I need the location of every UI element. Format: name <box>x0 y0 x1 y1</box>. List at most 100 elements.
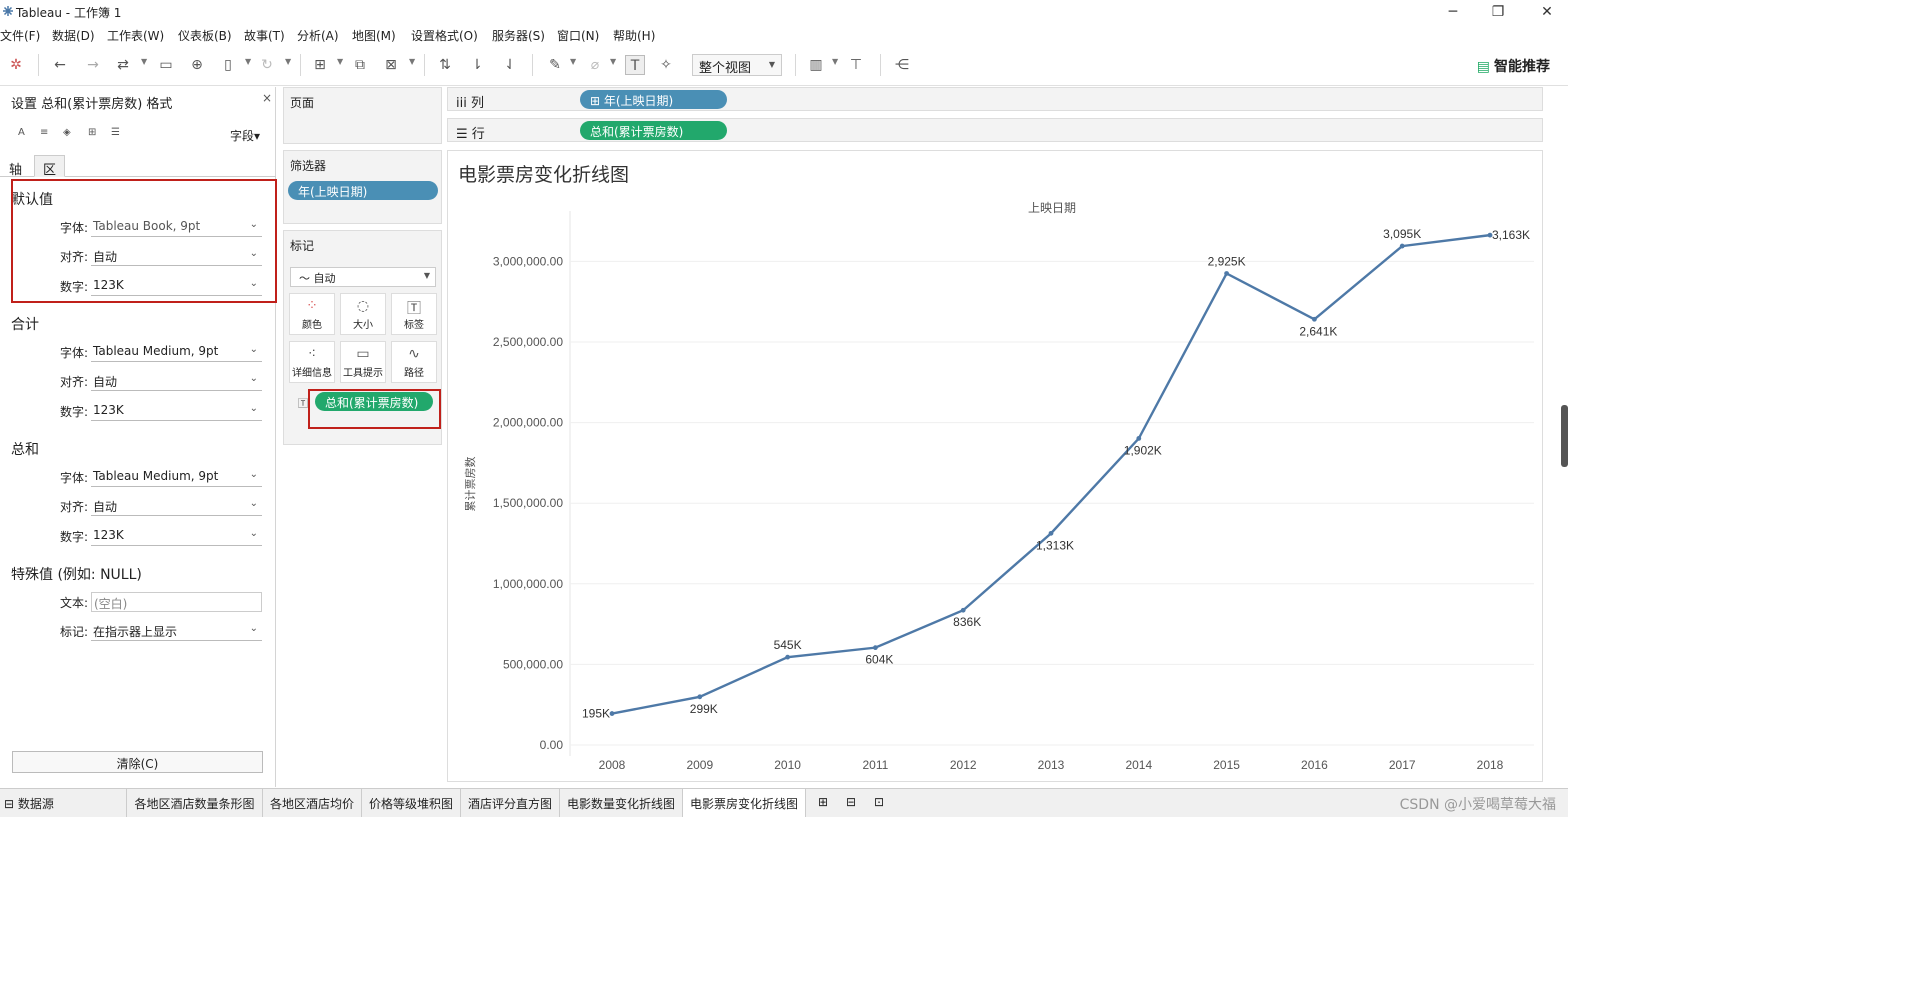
chevron-down-icon: ▼ <box>768 60 775 69</box>
size-button[interactable]: ◌ 大小 <box>340 293 386 335</box>
tooltip-button[interactable]: ▭ 工具提示 <box>340 341 386 383</box>
pause-update-icon[interactable]: ▯ <box>218 55 238 75</box>
shading-format-icon[interactable]: ◈ <box>63 127 71 138</box>
menu-file[interactable]: 文件(F) <box>0 27 40 44</box>
pin-axes-icon[interactable]: ✧ <box>656 55 676 75</box>
borders-format-icon[interactable]: ⊞ <box>88 127 96 138</box>
replay-icon[interactable]: ⇄ <box>113 55 133 75</box>
sheet-tab-5[interactable]: 电影数量变化折线图 <box>560 789 683 817</box>
detail-button[interactable]: ⁖ 详细信息 <box>289 341 335 383</box>
data-point[interactable] <box>1312 316 1317 322</box>
data-point[interactable] <box>1224 271 1229 276</box>
new-worksheet-icon[interactable]: ⊞ <box>810 789 836 817</box>
clear-sheet-icon[interactable]: ⊠ <box>381 55 401 75</box>
grand-number-select[interactable]: 123K ⌄ <box>91 526 262 546</box>
field-select[interactable]: 字段▾ <box>230 127 260 144</box>
special-mark-select[interactable]: 在指示器上显示 ⌄ <box>91 621 262 641</box>
label-button[interactable]: 🅃 标签 <box>391 293 437 335</box>
tab-pane[interactable]: 区 <box>34 155 66 178</box>
sheet-tab-3[interactable]: 价格等级堆积图 <box>362 789 461 817</box>
data-point[interactable] <box>960 607 966 613</box>
undo-icon[interactable]: ← <box>50 55 70 75</box>
chevron-down-icon[interactable]: ▼ <box>141 57 147 66</box>
close-icon[interactable]: ✕ <box>1537 2 1557 22</box>
redo-icon[interactable]: → <box>83 55 103 75</box>
new-story-icon[interactable]: ⊡ <box>866 789 892 817</box>
x-tick-label: 2012 <box>950 758 977 772</box>
new-dashboard-icon[interactable]: ⊟ <box>838 789 864 817</box>
data-point[interactable] <box>697 694 703 700</box>
tableau-home-icon[interactable]: ✲ <box>6 55 26 75</box>
share-icon[interactable]: ⋲ <box>892 55 912 75</box>
data-point[interactable] <box>609 711 615 716</box>
show-cards-icon[interactable]: ▥ <box>806 55 826 75</box>
show-mark-labels-icon[interactable]: T <box>625 55 645 75</box>
data-point[interactable] <box>873 645 878 651</box>
sort-descending-icon[interactable]: ⇃ <box>500 55 520 75</box>
color-button[interactable]: ⁘ 颜色 <box>289 293 335 335</box>
grand-font-select[interactable]: Tableau Medium, 9pt ⌄ <box>91 467 262 487</box>
lines-format-icon[interactable]: ☰ <box>111 127 120 138</box>
presentation-mode-icon[interactable]: ⊤ <box>846 55 866 75</box>
filter-pill-year[interactable]: 年(上映日期) <box>288 181 438 200</box>
alignment-format-icon[interactable]: ≡ <box>40 127 48 138</box>
tab-axis[interactable]: 轴 <box>9 159 22 178</box>
chevron-down-icon[interactable]: ▼ <box>832 57 838 66</box>
chevron-down-icon[interactable]: ▼ <box>337 57 343 66</box>
rows-pill-sum-box-office[interactable]: 总和(累计票房数) <box>580 121 727 140</box>
total-font-value: Tableau Medium, 9pt <box>93 344 219 358</box>
new-datasource-icon[interactable]: ⊕ <box>187 55 207 75</box>
font-format-icon[interactable]: A <box>18 127 25 138</box>
menu-map[interactable]: 地图(M) <box>352 27 396 44</box>
duplicate-sheet-icon[interactable]: ⧉ <box>350 55 370 75</box>
group-members-icon[interactable]: ⌀ <box>585 55 605 75</box>
mark-type-select[interactable]: 〜 自动 ▼ <box>290 267 436 287</box>
menu-story[interactable]: 故事(T) <box>244 27 285 44</box>
sheet-tab-1[interactable]: 各地区酒店数量条形图 <box>127 789 263 817</box>
special-text-input[interactable]: (空白) <box>91 592 262 612</box>
menu-format[interactable]: 设置格式(O) <box>411 27 478 44</box>
menu-worksheet[interactable]: 工作表(W) <box>107 27 164 44</box>
sheet-tabs-bar: ⊟ 数据源 各地区酒店数量条形图 各地区酒店均价 价格等级堆积图 酒店评分直方图… <box>0 788 1568 817</box>
sheet-tab-6-active[interactable]: 电影票房变化折线图 <box>683 789 806 817</box>
close-icon[interactable]: × <box>262 91 272 105</box>
menu-analysis[interactable]: 分析(A) <box>297 27 339 44</box>
rows-label: ☰ 行 <box>456 127 485 142</box>
show-me-button[interactable]: ▤ 智能推荐 <box>1477 56 1550 76</box>
chevron-down-icon[interactable]: ▼ <box>610 57 616 66</box>
sheet-tab-4[interactable]: 酒店评分直方图 <box>461 789 560 817</box>
highlight-icon[interactable]: ✎ <box>545 55 565 75</box>
columns-pill-year[interactable]: ⊞ 年(上映日期) <box>580 90 727 109</box>
menu-data[interactable]: 数据(D) <box>52 27 95 44</box>
chevron-down-icon[interactable]: ▼ <box>245 57 251 66</box>
data-point[interactable] <box>785 654 790 660</box>
total-font-select[interactable]: Tableau Medium, 9pt ⌄ <box>91 342 262 362</box>
data-point[interactable] <box>1399 243 1405 249</box>
menu-window[interactable]: 窗口(N) <box>557 27 599 44</box>
total-align-select[interactable]: 自动 ⌄ <box>91 371 262 391</box>
minimize-icon[interactable]: ─ <box>1443 2 1463 22</box>
swap-rows-columns-icon[interactable]: ⇅ <box>435 55 455 75</box>
refresh-icon[interactable]: ↻ <box>257 55 277 75</box>
view-size-select[interactable]: 整个视图 ▼ <box>692 54 782 76</box>
grand-align-select[interactable]: 自动 ⌄ <box>91 496 262 516</box>
clear-button[interactable]: 清除(C) <box>12 751 263 773</box>
menu-dashboard[interactable]: 仪表板(B) <box>178 27 232 44</box>
data-point[interactable] <box>1136 435 1142 441</box>
restore-icon[interactable]: ❐ <box>1488 2 1508 22</box>
datasource-tab[interactable]: ⊟ 数据源 <box>0 789 127 817</box>
save-icon[interactable]: ▭ <box>156 55 176 75</box>
sort-ascending-icon[interactable]: ⇂ <box>467 55 487 75</box>
new-worksheet-icon[interactable]: ⊞ <box>310 55 330 75</box>
path-button[interactable]: ∿ 路径 <box>391 341 437 383</box>
scroll-handle[interactable] <box>1561 405 1568 467</box>
menu-server[interactable]: 服务器(S) <box>492 27 545 44</box>
total-number-select[interactable]: 123K ⌄ <box>91 401 262 421</box>
sheet-tab-2[interactable]: 各地区酒店均价 <box>263 789 362 817</box>
chevron-down-icon[interactable]: ▼ <box>409 57 415 66</box>
chevron-down-icon[interactable]: ▼ <box>285 57 291 66</box>
chevron-down-icon[interactable]: ▼ <box>570 57 576 66</box>
data-point[interactable] <box>1048 530 1054 536</box>
data-label: 545K <box>774 638 802 652</box>
menu-help[interactable]: 帮助(H) <box>613 27 655 44</box>
